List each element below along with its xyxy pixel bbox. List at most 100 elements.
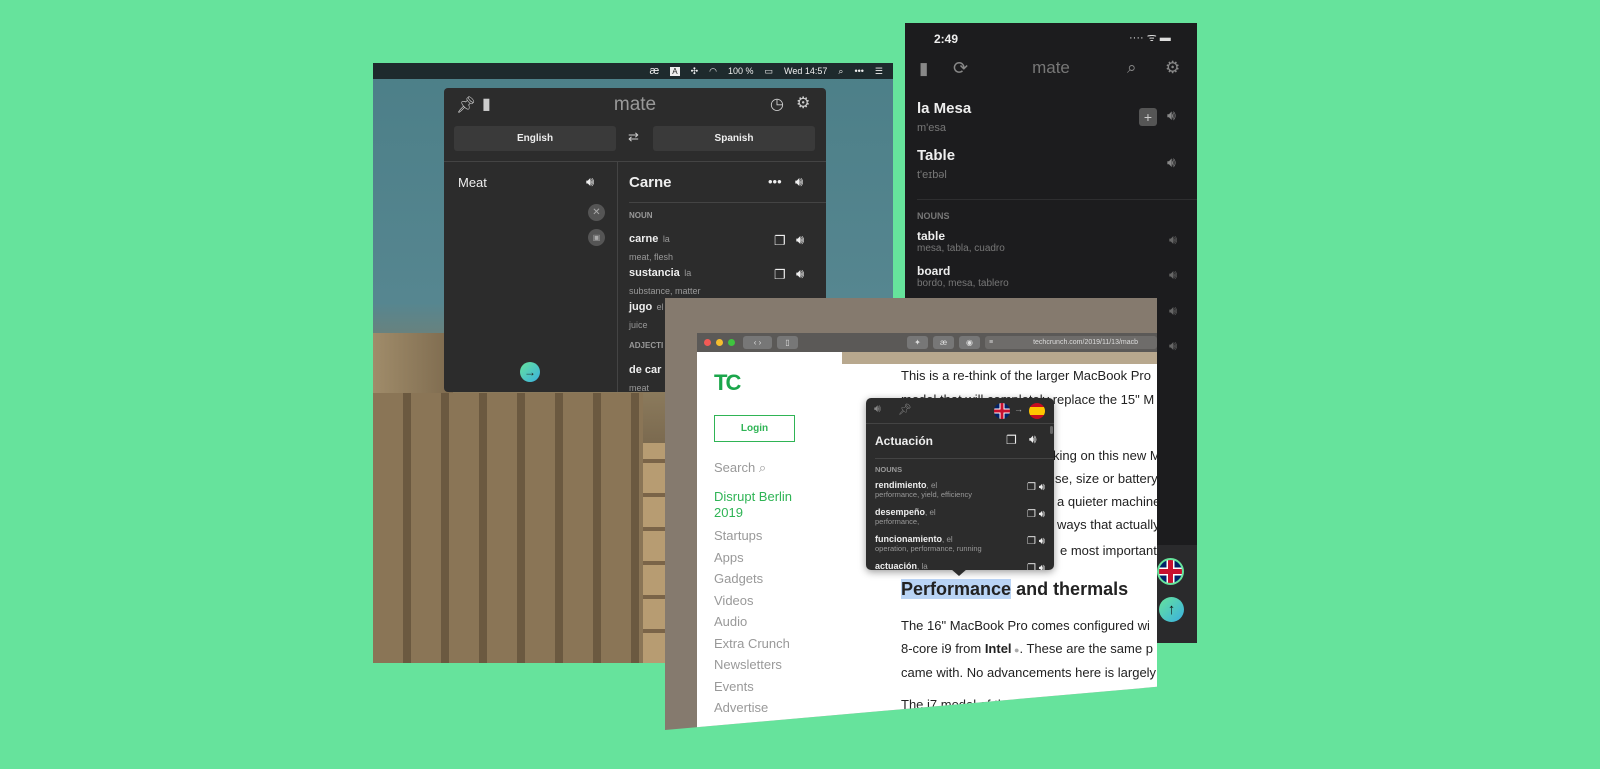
bluetooth-icon[interactable]: ✣ bbox=[691, 66, 699, 77]
settings-gear-icon[interactable]: ⚙ bbox=[1165, 58, 1180, 78]
speaker-icon[interactable]: 🔊︎ bbox=[796, 232, 804, 248]
entry-gender: el bbox=[656, 302, 664, 312]
popup-header bbox=[866, 398, 1054, 424]
nav-extra-crunch[interactable]: Extra Crunch bbox=[714, 636, 790, 651]
entry-translations: operation, performance, running bbox=[875, 544, 982, 553]
speaker-icon[interactable]: 🔊︎ bbox=[586, 174, 594, 190]
history-icon[interactable]: ◷ bbox=[770, 97, 784, 113]
battery-label[interactable]: 100 % bbox=[728, 66, 754, 76]
entry-word: actuación bbox=[875, 561, 918, 570]
entry[interactable]: sustancia la substance, matter bbox=[629, 263, 701, 299]
article-text: a quieter machine bbox=[1057, 494, 1161, 509]
copy-icon[interactable]: ❐ bbox=[774, 233, 786, 249]
entry[interactable]: jugo el juice bbox=[629, 297, 664, 333]
entry-word: rendimiento bbox=[875, 480, 927, 490]
entry-word: de car bbox=[629, 364, 662, 376]
more-icon[interactable]: ••• bbox=[854, 66, 863, 76]
add-icon[interactable]: + bbox=[1139, 108, 1157, 126]
more-options-icon[interactable]: ••• bbox=[768, 174, 782, 189]
intel-link[interactable]: Intel bbox=[985, 641, 1012, 656]
extension-pin-icon[interactable]: ✦ bbox=[907, 336, 928, 349]
paste-icon[interactable]: ▣ bbox=[588, 229, 605, 246]
clock[interactable]: Wed 14:57 bbox=[784, 66, 827, 76]
entry-word: jugo bbox=[629, 301, 653, 313]
spain-flag-icon[interactable] bbox=[1029, 403, 1045, 419]
speaker-icon[interactable]: 🔊︎ bbox=[1169, 303, 1177, 319]
list-item[interactable]: rendimiento, el performance, yield, effic… bbox=[875, 480, 1045, 499]
minimize-button[interactable] bbox=[716, 339, 723, 346]
speaker-icon[interactable]: 🔊︎ bbox=[1169, 232, 1177, 248]
password-extension-icon[interactable]: ◉ bbox=[959, 336, 980, 349]
copy-icon[interactable]: ❐ bbox=[1006, 433, 1017, 447]
spotlight-icon[interactable]: ⌕ bbox=[838, 66, 843, 77]
entry-word: board bbox=[917, 264, 951, 278]
speaker-icon[interactable]: 🔊︎ bbox=[796, 266, 804, 282]
settings-gear-icon[interactable]: ⚙ bbox=[796, 96, 810, 112]
nav-events[interactable]: Events bbox=[714, 679, 754, 694]
input-source-icon[interactable]: A bbox=[670, 66, 680, 76]
target-language-button[interactable]: Spanish bbox=[653, 126, 815, 151]
search-icon[interactable]: ⌕ bbox=[1127, 58, 1137, 78]
nav-newsletters[interactable]: Newsletters bbox=[714, 657, 782, 672]
pin-icon[interactable]: 📌︎ bbox=[898, 403, 912, 416]
translate-arrow-button[interactable]: → bbox=[520, 362, 540, 382]
reader-icon[interactable]: ≡ bbox=[989, 339, 993, 346]
search-icon: ⌕ bbox=[758, 460, 767, 475]
mate-extension-icon[interactable]: æ bbox=[933, 336, 954, 349]
address-bar[interactable]: ≡ techcrunch.com/2019/11/13/macb bbox=[985, 336, 1157, 349]
back-forward-buttons[interactable]: ‹ › bbox=[743, 336, 772, 349]
divider bbox=[875, 458, 1054, 459]
wallpaper-arch bbox=[373, 393, 643, 663]
entry-gender: la bbox=[684, 268, 692, 278]
nav-gadgets[interactable]: Gadgets bbox=[714, 571, 763, 586]
nav-disrupt-berlin[interactable]: Disrupt Berlin 2019 bbox=[714, 489, 824, 521]
source-word: la Mesa bbox=[917, 100, 972, 117]
entry-word: funcionamiento bbox=[875, 534, 942, 544]
login-button[interactable]: Login bbox=[714, 415, 795, 442]
zoom-button[interactable] bbox=[728, 339, 735, 346]
nav-startups[interactable]: Startups bbox=[714, 528, 762, 543]
nav-apps[interactable]: Apps bbox=[714, 550, 744, 565]
selected-word[interactable]: Performance bbox=[901, 579, 1012, 599]
wifi-icon[interactable]: ◠ bbox=[709, 66, 717, 77]
speaker-icon[interactable]: 🔊︎ bbox=[1169, 267, 1177, 283]
notification-center-icon[interactable]: ☰ bbox=[875, 66, 883, 77]
nav-videos[interactable]: Videos bbox=[714, 593, 754, 608]
list-item[interactable]: board bordo, mesa, tablero bbox=[917, 264, 1009, 289]
techcrunch-logo[interactable]: TC bbox=[714, 370, 741, 396]
entry-translations: bordo, mesa, tablero bbox=[917, 278, 1009, 289]
list-item[interactable]: desempeño, el performance, ❐ 🔊︎ bbox=[875, 507, 1045, 526]
divider bbox=[629, 202, 826, 203]
uk-flag-icon[interactable] bbox=[994, 403, 1010, 419]
close-button[interactable] bbox=[704, 339, 711, 346]
entry[interactable]: carne la meat, flesh bbox=[629, 229, 673, 265]
speaker-icon[interactable]: 🔊︎ bbox=[795, 174, 803, 190]
menu-bar: æ A ✣ ◠ 100 % ▭ Wed 14:57 ⌕ ••• ☰ bbox=[373, 63, 893, 79]
copy-icon[interactable]: ❐ bbox=[774, 267, 786, 283]
popup-translation: Actuación bbox=[875, 434, 934, 448]
up-arrow-button[interactable]: ↑ bbox=[1159, 597, 1184, 622]
speaker-icon[interactable]: 🔊︎ bbox=[874, 403, 881, 416]
uk-flag-icon[interactable] bbox=[1157, 558, 1184, 585]
speaker-icon[interactable]: 🔊︎ bbox=[1169, 338, 1177, 354]
search-link[interactable]: Search ⌕ bbox=[714, 460, 766, 476]
mate-menubar-icon[interactable]: æ bbox=[649, 65, 659, 77]
entry-translations: substance, matter bbox=[629, 286, 701, 296]
article-text: ways that actually bbox=[1057, 517, 1160, 532]
battery-icon[interactable]: ▭ bbox=[765, 66, 774, 77]
nav-advertise[interactable]: Advertise bbox=[714, 700, 768, 715]
list-item[interactable]: table mesa, tabla, cuadro bbox=[917, 229, 1005, 254]
speaker-icon[interactable]: 🔊︎ bbox=[1167, 107, 1176, 124]
swap-languages-icon[interactable]: ⇄ bbox=[628, 130, 639, 143]
entry[interactable]: de car meat bbox=[629, 360, 661, 392]
nav-audio[interactable]: Audio bbox=[714, 614, 747, 629]
speaker-icon[interactable]: 🔊︎ bbox=[1167, 154, 1176, 171]
sidebar-icon[interactable]: ▯ bbox=[777, 336, 798, 349]
speaker-icon[interactable]: 🔊︎ bbox=[1029, 432, 1037, 447]
divider bbox=[917, 199, 1197, 200]
scrollbar[interactable] bbox=[1050, 426, 1053, 434]
source-language-button[interactable]: English bbox=[454, 126, 616, 151]
input-text[interactable]: Meat bbox=[458, 175, 487, 190]
clear-icon[interactable]: ✕ bbox=[588, 204, 605, 221]
list-item[interactable]: funcionamiento, el operation, performance… bbox=[875, 534, 1045, 553]
